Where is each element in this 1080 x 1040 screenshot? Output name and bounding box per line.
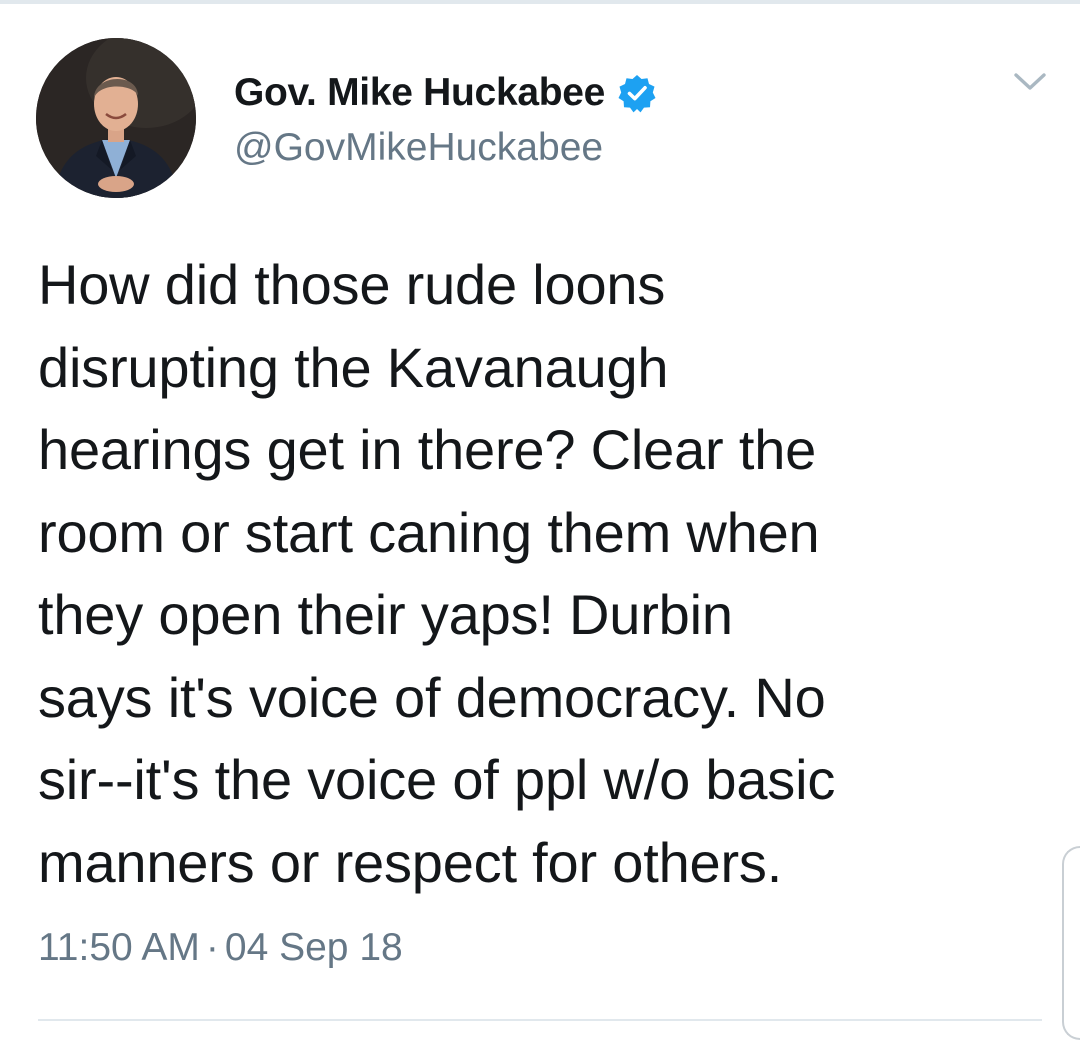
author-name-row[interactable]: Gov. Mike Huckabee	[234, 66, 657, 120]
verified-badge-icon	[618, 75, 656, 113]
tweet-date: 04 Sep 18	[224, 926, 403, 969]
chevron-down-icon[interactable]	[1012, 66, 1048, 96]
profile-photo-icon	[36, 38, 196, 198]
author-display-name[interactable]: Gov. Mike Huckabee	[234, 71, 605, 115]
avatar[interactable]	[36, 38, 196, 198]
scroll-edge	[1062, 846, 1080, 1040]
author-handle[interactable]: @GovMikeHuckabee	[234, 126, 603, 170]
tweet-card: Gov. Mike Huckabee @GovMikeHuckabee How …	[0, 0, 1080, 1040]
tweet-timestamp[interactable]: 11:50 AM · 04 Sep 18	[38, 926, 403, 970]
tweet-text: How did those rude loons disrupting the …	[38, 253, 836, 894]
top-divider	[0, 0, 1080, 4]
timestamp-separator: ·	[205, 926, 219, 969]
tweet-time: 11:50 AM	[38, 926, 200, 969]
bottom-divider	[38, 1019, 1042, 1021]
